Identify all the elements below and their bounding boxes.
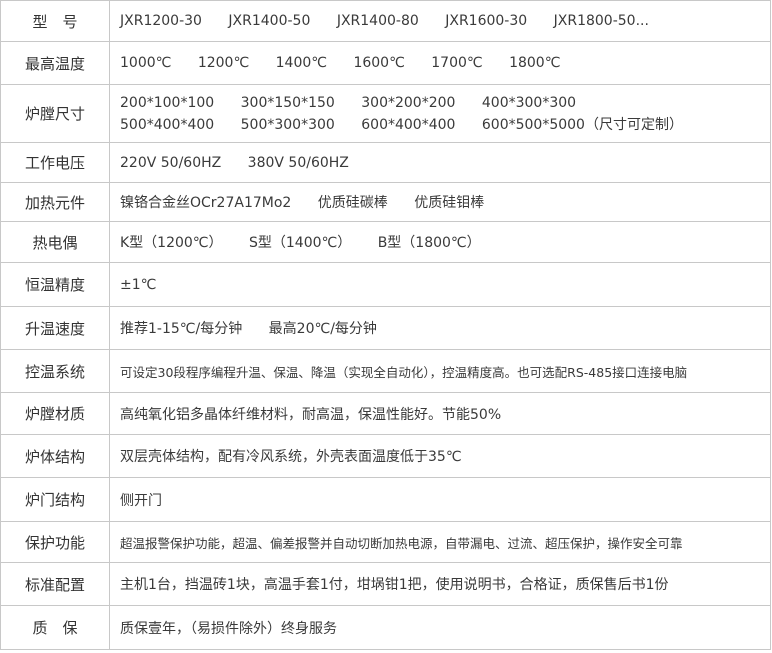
voltage-item: 380V 50/60HZ — [247, 154, 349, 171]
row-voltage: 工作电压 220V 50/60HZ 380V 50/60HZ — [0, 142, 771, 183]
row-label: 质 保 — [0, 605, 110, 650]
temp-item: 1400℃ — [275, 55, 327, 71]
size-item: 300*150*150 — [240, 94, 335, 111]
row-warranty: 质 保 质保壹年，（易损件除外）终身服务 — [0, 605, 771, 650]
size-line-1: 200*100*100 300*150*150 300*200*200 400*… — [120, 92, 770, 114]
row-label: 工作电压 — [0, 142, 110, 183]
model-item: JXR1200-30 — [120, 13, 202, 29]
row-label: 保护功能 — [0, 521, 110, 563]
row-heating-rate: 升温速度 推荐1-15℃/每分钟 最高20℃/每分钟 — [0, 306, 771, 350]
model-item: JXR1400-80 — [336, 13, 419, 29]
row-label: 炉膛尺寸 — [0, 84, 110, 143]
element-item: 镍铬合金丝OCr27A17Mo2 — [120, 195, 292, 211]
size-item: 400*300*300 — [481, 94, 577, 111]
row-chamber-size: 炉膛尺寸 200*100*100 300*150*150 300*200*200… — [0, 84, 771, 143]
voltage-item: 220V 50/60HZ — [120, 154, 222, 171]
row-value: JXR1200-30 JXR1400-50 JXR1400-80 JXR1600… — [109, 0, 771, 42]
thermocouple-item: K型（1200℃） — [120, 235, 223, 251]
row-label: 加热元件 — [0, 182, 110, 222]
row-max-temp: 最高温度 1000℃ 1200℃ 1400℃ 1600℃ 1700℃ 1800℃ — [0, 41, 771, 85]
rate-item: 最高20℃/每分钟 — [268, 321, 377, 337]
row-value: 双层壳体结构，配有冷风系统，外壳表面温度低于35℃ — [109, 434, 771, 478]
temp-item: 1600℃ — [353, 55, 405, 71]
row-protection: 保护功能 超温报警保护功能，超温、偏差报警并自动切断加热电源，自带漏电、过流、超… — [0, 521, 771, 563]
row-thermocouple: 热电偶 K型（1200℃） S型（1400℃） B型（1800℃） — [0, 221, 771, 263]
row-label: 标准配置 — [0, 562, 110, 606]
row-label: 控温系统 — [0, 349, 110, 393]
model-item: JXR1800-50... — [553, 13, 649, 29]
row-control-system: 控温系统 可设定30段程序编程升温、保温、降温（实现全自动化），控温精度高。也可… — [0, 349, 771, 393]
rate-item: 推荐1-15℃/每分钟 — [120, 321, 243, 337]
size-item: 300*200*200 — [361, 94, 456, 111]
row-label: 恒温精度 — [0, 262, 110, 307]
size-line-2: 500*400*400 500*300*300 600*400*400 600*… — [120, 114, 770, 136]
row-label: 热电偶 — [0, 221, 110, 263]
temp-item: 1200℃ — [197, 55, 250, 71]
row-value: ±1℃ — [109, 262, 771, 307]
element-item: 优质硅碳棒 — [317, 195, 388, 211]
temp-item: 1800℃ — [509, 55, 561, 71]
row-value: 镍铬合金丝OCr27A17Mo2 优质硅碳棒 优质硅钼棒 — [109, 182, 771, 222]
size-item: 600*500*5000（尺寸可定制） — [481, 116, 683, 133]
spec-table: 型 号 JXR1200-30 JXR1400-50 JXR1400-80 JXR… — [0, 0, 771, 650]
row-value: 超温报警保护功能，超温、偏差报警并自动切断加热电源，自带漏电、过流、超压保护，操… — [109, 521, 771, 563]
row-value: K型（1200℃） S型（1400℃） B型（1800℃） — [109, 221, 771, 263]
size-item: 500*400*400 — [120, 116, 215, 133]
row-label: 最高温度 — [0, 41, 110, 85]
row-constant-accuracy: 恒温精度 ±1℃ — [0, 262, 771, 307]
row-label: 炉体结构 — [0, 434, 110, 478]
row-label: 炉膛材质 — [0, 392, 110, 435]
element-item: 优质硅钼棒 — [414, 195, 485, 211]
row-label: 升温速度 — [0, 306, 110, 350]
row-value: 侧开门 — [109, 477, 771, 522]
row-door-structure: 炉门结构 侧开门 — [0, 477, 771, 522]
row-value: 推荐1-15℃/每分钟 最高20℃/每分钟 — [109, 306, 771, 350]
size-item: 600*400*400 — [361, 116, 456, 133]
row-value: 200*100*100 300*150*150 300*200*200 400*… — [109, 84, 771, 143]
row-heating-element: 加热元件 镍铬合金丝OCr27A17Mo2 优质硅碳棒 优质硅钼棒 — [0, 182, 771, 222]
row-value: 主机1台，挡温砖1块，高温手套1付，坩埚钳1把，使用说明书，合格证，质保售后书1… — [109, 562, 771, 606]
size-item: 500*300*300 — [240, 116, 335, 133]
row-value: 220V 50/60HZ 380V 50/60HZ — [109, 142, 771, 183]
row-standard-config: 标准配置 主机1台，挡温砖1块，高温手套1付，坩埚钳1把，使用说明书，合格证，质… — [0, 562, 771, 606]
temp-item: 1700℃ — [431, 55, 483, 71]
row-chamber-material: 炉膛材质 高纯氧化铝多晶体纤维材料，耐高温，保温性能好。节能50% — [0, 392, 771, 435]
model-item: JXR1400-50 — [228, 13, 311, 29]
row-value: 质保壹年，（易损件除外）终身服务 — [109, 605, 771, 650]
size-item: 200*100*100 — [120, 94, 215, 111]
row-model: 型 号 JXR1200-30 JXR1400-50 JXR1400-80 JXR… — [0, 0, 771, 42]
row-body-structure: 炉体结构 双层壳体结构，配有冷风系统，外壳表面温度低于35℃ — [0, 434, 771, 478]
thermocouple-item: B型（1800℃） — [377, 235, 481, 251]
row-value: 高纯氧化铝多晶体纤维材料，耐高温，保温性能好。节能50% — [109, 392, 771, 435]
temp-item: 1000℃ — [120, 55, 172, 71]
thermocouple-item: S型（1400℃） — [249, 235, 352, 251]
row-label: 炉门结构 — [0, 477, 110, 522]
row-value: 1000℃ 1200℃ 1400℃ 1600℃ 1700℃ 1800℃ — [109, 41, 771, 85]
row-value: 可设定30段程序编程升温、保温、降温（实现全自动化），控温精度高。也可选配RS-… — [109, 349, 771, 393]
model-item: JXR1600-30 — [445, 13, 528, 29]
row-label: 型 号 — [0, 0, 110, 42]
